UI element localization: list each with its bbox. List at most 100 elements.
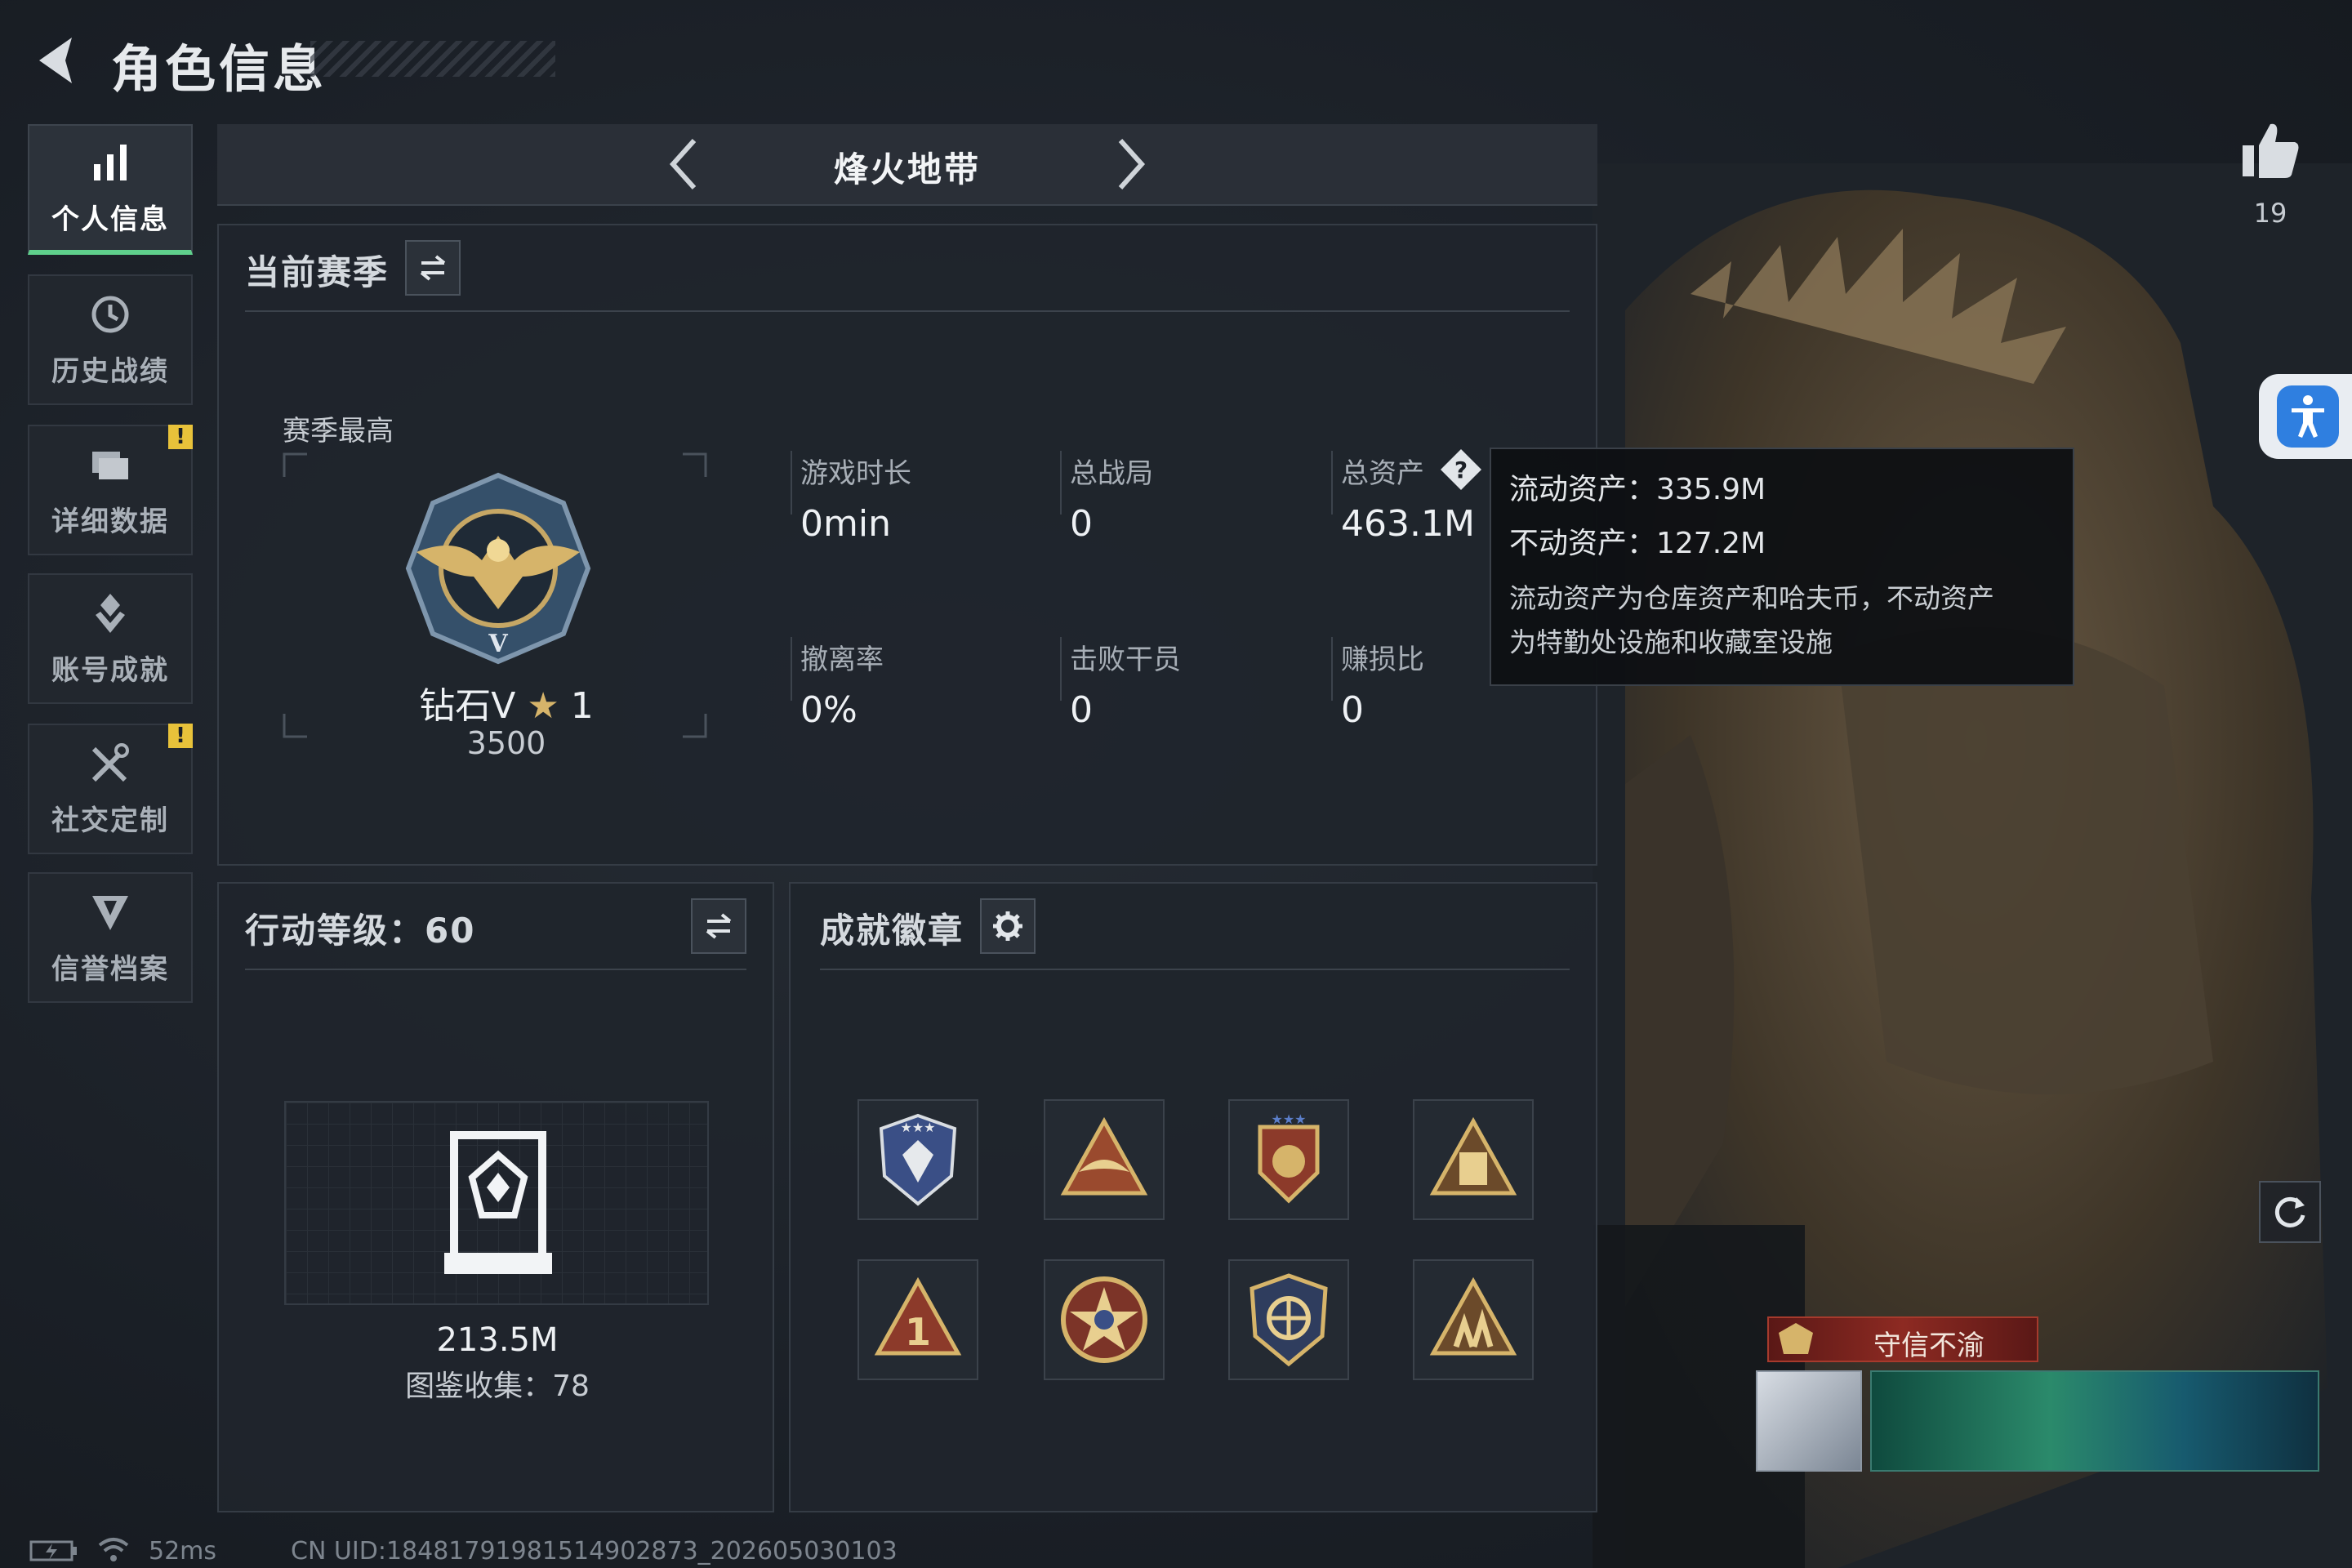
thumbs-up-icon[interactable] — [2238, 118, 2303, 183]
divider — [820, 969, 1570, 970]
sidebar-item-label: 信誉档案 — [51, 952, 169, 986]
bar-chart-icon — [94, 144, 127, 180]
user-uid: CN UID:18481791981514902873_202605030103 — [291, 1537, 898, 1566]
season-panel-title: 当前赛季 — [245, 252, 390, 292]
sidebar-item-label: 个人信息 — [51, 203, 169, 236]
display-cabinet-icon — [444, 1131, 552, 1274]
rank-name-line: 钻石V ★ 1 — [408, 676, 604, 728]
svg-text:★★★: ★★★ — [1271, 1111, 1306, 1127]
achievement-badge[interactable]: ★★★ — [1228, 1099, 1349, 1220]
stat-value: 0% — [800, 689, 858, 731]
season-switch-button[interactable] — [405, 240, 461, 296]
achievements-title: 成就徽章 — [820, 911, 964, 951]
stat-label: 赚损比 — [1341, 644, 1424, 676]
stat-divider — [791, 637, 792, 701]
stat-label: 总资产 — [1341, 457, 1424, 490]
achievement-icon — [96, 593, 125, 633]
alert-badge: ! — [168, 724, 193, 748]
chevron-right-icon[interactable] — [1099, 136, 1156, 193]
stat-value: 0min — [800, 503, 891, 545]
swap-icon — [420, 255, 446, 281]
sidebar-item-label: 社交定制 — [51, 804, 169, 837]
liquid-assets: 流动资产：335.9M — [1509, 473, 1766, 506]
battery-icon — [29, 1540, 77, 1561]
triangle-number-one-badge-icon: 1 — [874, 1276, 962, 1356]
sidebar-item-detailed-data[interactable]: 详细数据 ! — [28, 425, 193, 555]
achievement-badge[interactable] — [1228, 1259, 1349, 1380]
alert-badge: ! — [168, 425, 193, 449]
achievement-badge[interactable] — [1044, 1099, 1165, 1220]
shield-target-badge-icon — [1250, 1273, 1328, 1367]
reputation-shield-icon — [92, 895, 128, 930]
triangle-tower-badge-icon — [1429, 1116, 1517, 1196]
sidebar-item-account-achievements[interactable]: 账号成就 — [28, 573, 193, 704]
stat-divider — [1331, 637, 1333, 701]
divider — [245, 969, 746, 970]
mode-selector: 烽火地带 — [217, 124, 1597, 206]
tools-icon — [91, 742, 129, 782]
stat-value: 463.1M — [1341, 503, 1475, 545]
stat-divider — [1331, 451, 1333, 514]
diamond-rank-emblem-icon: V — [405, 472, 591, 665]
name-card-banner[interactable] — [1870, 1370, 2319, 1472]
accessibility-button[interactable] — [2259, 374, 2352, 459]
collection-display[interactable] — [284, 1101, 709, 1305]
rank-points: 3500 — [466, 725, 546, 761]
svg-text:?: ? — [1454, 457, 1468, 483]
divider — [245, 310, 1570, 312]
svg-text:1: 1 — [905, 1310, 931, 1354]
avatar-frame[interactable] — [1756, 1370, 1862, 1472]
rank-stars: 1 — [570, 685, 594, 727]
accessibility-icon — [2277, 385, 2339, 448]
tooltip-description-2: 为特勤处设施和收藏室设施 — [1509, 626, 1833, 658]
stat-divider — [1060, 637, 1062, 701]
mode-title: 烽火地带 — [833, 149, 981, 189]
triangle-wings-badge-icon — [1060, 1116, 1148, 1196]
title-tag[interactable]: 守信不渝 — [1767, 1316, 2038, 1362]
sidebar-item-label: 账号成就 — [51, 653, 169, 687]
tooltip-description-1: 流动资产为仓库资产和哈夫币，不动资产 — [1509, 582, 1994, 614]
sidebar-item-reputation[interactable]: 信誉档案 — [28, 872, 193, 1003]
sidebar-item-history[interactable]: 历史战绩 — [28, 274, 193, 405]
stat-value: 0 — [1070, 689, 1093, 731]
achievement-badge[interactable] — [1413, 1259, 1534, 1380]
achievements-panel: 成就徽章 ★★★ ★★★ 1 — [789, 882, 1597, 1512]
achievement-badge[interactable]: ★★★ — [858, 1099, 978, 1220]
achievement-badge[interactable] — [1044, 1259, 1165, 1380]
collection-value: 213.5M — [436, 1321, 559, 1359]
sidebar-item-label: 历史战绩 — [51, 354, 169, 388]
stat-label: 击败干员 — [1070, 644, 1181, 676]
stat-label: 游戏时长 — [800, 457, 911, 490]
action-level-switch-button[interactable] — [691, 898, 746, 954]
stat-divider — [1060, 451, 1062, 514]
sidebar-item-personal-info[interactable]: 个人信息 — [28, 124, 193, 255]
achievement-badge[interactable]: 1 — [858, 1259, 978, 1380]
back-arrow-icon[interactable] — [24, 28, 90, 93]
ping-value: 52ms — [149, 1537, 217, 1566]
svg-text:V: V — [488, 630, 508, 658]
triangle-soldiers-badge-icon — [1429, 1276, 1517, 1356]
rank-star-icon: ★ — [527, 685, 559, 727]
history-clock-icon — [91, 296, 129, 332]
achievements-settings-button[interactable] — [980, 898, 1036, 954]
fixed-assets: 不动资产：127.2M — [1509, 527, 1766, 560]
crest-stars-badge-icon: ★★★ — [1258, 1111, 1320, 1204]
folder-icon — [92, 451, 128, 479]
stat-label: 总战局 — [1070, 457, 1153, 490]
help-diamond-icon[interactable]: ? — [1439, 448, 1483, 492]
svg-text:★★★: ★★★ — [900, 1120, 935, 1135]
rotate-icon — [2274, 1196, 2305, 1227]
sidebar-item-social-customization[interactable]: 社交定制 ! — [28, 724, 193, 854]
stat-value: 0 — [1341, 689, 1364, 731]
action-level-title: 行动等级：60 — [245, 911, 476, 951]
season-best-label: 赛季最高 — [283, 415, 394, 448]
page-title: 角色信息 — [111, 39, 327, 99]
title-emblem-icon — [1779, 1323, 1813, 1354]
like-count: 19 — [2253, 198, 2287, 229]
collection-count: 图鉴收集：78 — [405, 1370, 590, 1403]
assets-tooltip: 流动资产：335.9M 不动资产：127.2M 流动资产为仓库资产和哈夫币，不动… — [1490, 448, 2074, 686]
rotate-button[interactable] — [2259, 1181, 2321, 1243]
gear-icon — [993, 911, 1022, 941]
achievement-badge[interactable] — [1413, 1099, 1534, 1220]
rank-name: 钻石V — [419, 685, 516, 727]
